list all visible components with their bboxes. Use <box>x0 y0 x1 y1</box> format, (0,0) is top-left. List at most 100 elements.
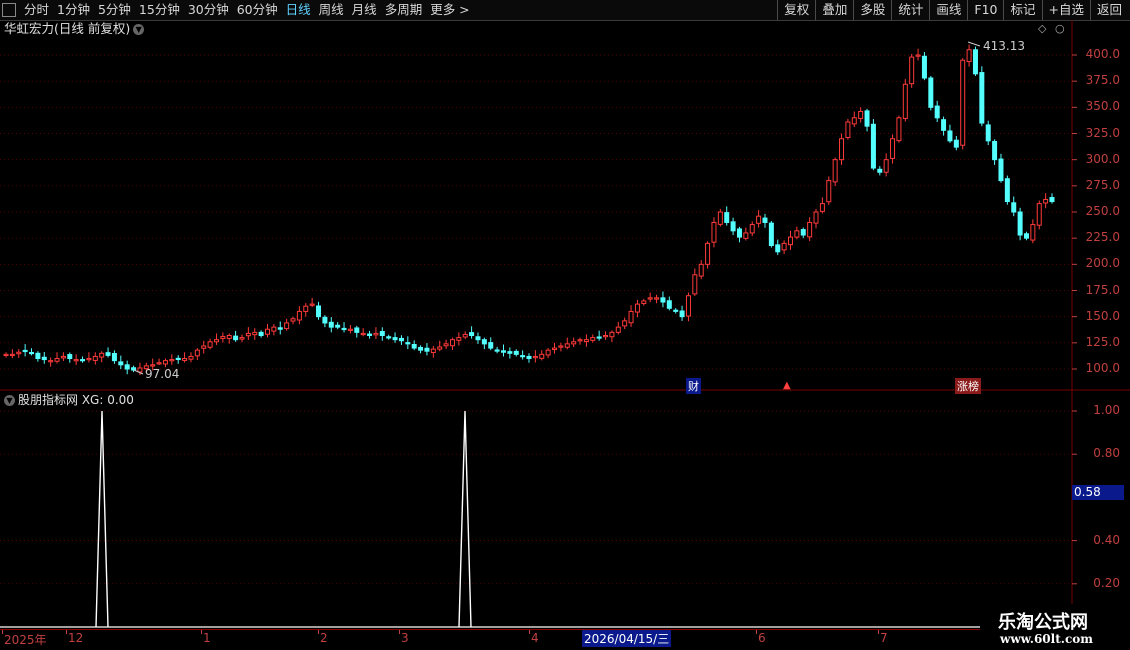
chevron-down-icon[interactable]: ▼ <box>4 395 15 406</box>
date-tick <box>399 630 400 634</box>
kline-chart[interactable]: 413.13 97.04 <box>0 0 1130 650</box>
candle-body <box>775 244 781 253</box>
candle-body <box>992 140 998 161</box>
candle-body <box>941 119 947 131</box>
candle-body <box>730 221 736 232</box>
candle-body <box>532 355 538 359</box>
signal-spike <box>95 410 109 628</box>
candle-body <box>80 359 86 362</box>
candle-body <box>494 349 500 352</box>
date-tick <box>2 630 3 634</box>
price-tick-label: 225.0 <box>1085 230 1120 245</box>
candle-body <box>481 339 487 345</box>
candle-body <box>896 117 902 142</box>
date-label: 2025年 <box>4 633 47 647</box>
candle-body <box>303 305 309 312</box>
date-label: 6 <box>758 631 766 645</box>
candle-body <box>48 360 54 363</box>
candle-body <box>475 336 481 341</box>
candle-body <box>41 356 47 361</box>
candle-body <box>405 342 411 345</box>
candle-body <box>175 357 181 361</box>
candle-body <box>462 333 468 338</box>
candle-body <box>660 297 666 303</box>
candle-body <box>851 117 857 125</box>
finance-tag[interactable]: 财 <box>686 378 701 394</box>
candle-body <box>628 310 634 324</box>
candle-body <box>979 72 985 124</box>
date-label: 3 <box>401 631 409 645</box>
candle-body <box>756 215 762 224</box>
candle-body <box>717 211 723 225</box>
candle-body <box>1011 202 1017 213</box>
candle-body <box>953 139 959 148</box>
candle-body <box>998 158 1004 182</box>
candle-body <box>564 343 570 348</box>
candle-body <box>150 364 156 367</box>
date-label: 1 <box>203 631 211 645</box>
watermark-title: 乐淘公式网 <box>998 612 1088 633</box>
candle-body <box>819 203 825 212</box>
candle-body <box>781 242 787 251</box>
candle-body <box>131 367 137 371</box>
candle-body <box>705 242 711 265</box>
candle-body <box>641 300 647 304</box>
rank-tag[interactable]: 涨榜 <box>955 378 981 394</box>
candle-body <box>86 358 92 361</box>
candle-body <box>826 180 832 203</box>
candle-body <box>16 351 22 355</box>
up-arrow-icon[interactable]: ▲ <box>783 380 791 391</box>
candle-body <box>354 327 360 333</box>
candle-body <box>839 138 845 161</box>
candle-body <box>883 159 889 173</box>
candle-body <box>743 232 749 239</box>
candle-body <box>966 49 972 62</box>
candle-body <box>3 353 9 357</box>
candle-body <box>1017 211 1023 236</box>
date-tick <box>529 630 530 634</box>
candle-body <box>520 355 526 358</box>
candle-body <box>124 364 130 370</box>
candle-body <box>207 341 213 348</box>
current-value-tag: 0.58 <box>1072 485 1124 500</box>
price-tick-label: 325.0 <box>1085 125 1120 140</box>
candle-body <box>545 349 551 356</box>
candle-body <box>500 350 506 353</box>
candle-body <box>724 212 730 223</box>
candle-body <box>864 110 870 127</box>
candle-body <box>29 351 35 355</box>
candle-body <box>666 300 672 309</box>
candle-body <box>118 361 124 366</box>
candle-body <box>226 335 232 339</box>
date-tick <box>878 630 879 634</box>
candle-body <box>736 228 742 238</box>
indicator-tick-label: 0.40 <box>1093 532 1120 547</box>
candle-body <box>647 297 653 300</box>
candle-body <box>379 331 385 337</box>
date-label: 12 <box>68 631 84 645</box>
price-tick-label: 200.0 <box>1085 256 1120 271</box>
candle-body <box>201 345 207 349</box>
candle-body <box>398 337 404 342</box>
candle-body <box>105 352 111 356</box>
price-tick-label: 350.0 <box>1085 99 1120 114</box>
price-tick-label: 100.0 <box>1085 361 1120 375</box>
candle-body <box>870 123 876 169</box>
candle-body <box>99 352 105 358</box>
candle-body <box>213 339 219 343</box>
indicator-tick-label: 0.80 <box>1093 446 1120 461</box>
candle-body <box>430 348 436 353</box>
candle-body <box>1049 197 1055 203</box>
candle-body <box>877 168 883 173</box>
candle-body <box>271 326 277 332</box>
candle-body <box>845 121 851 138</box>
candle-body <box>539 353 545 359</box>
candle-body <box>92 355 98 361</box>
candle-body <box>577 339 583 342</box>
candle-body <box>590 337 596 341</box>
candle-body <box>947 130 953 142</box>
candle-body <box>54 358 60 362</box>
candle-body <box>832 159 838 183</box>
candle-body <box>692 274 698 295</box>
date-tick <box>318 630 319 634</box>
